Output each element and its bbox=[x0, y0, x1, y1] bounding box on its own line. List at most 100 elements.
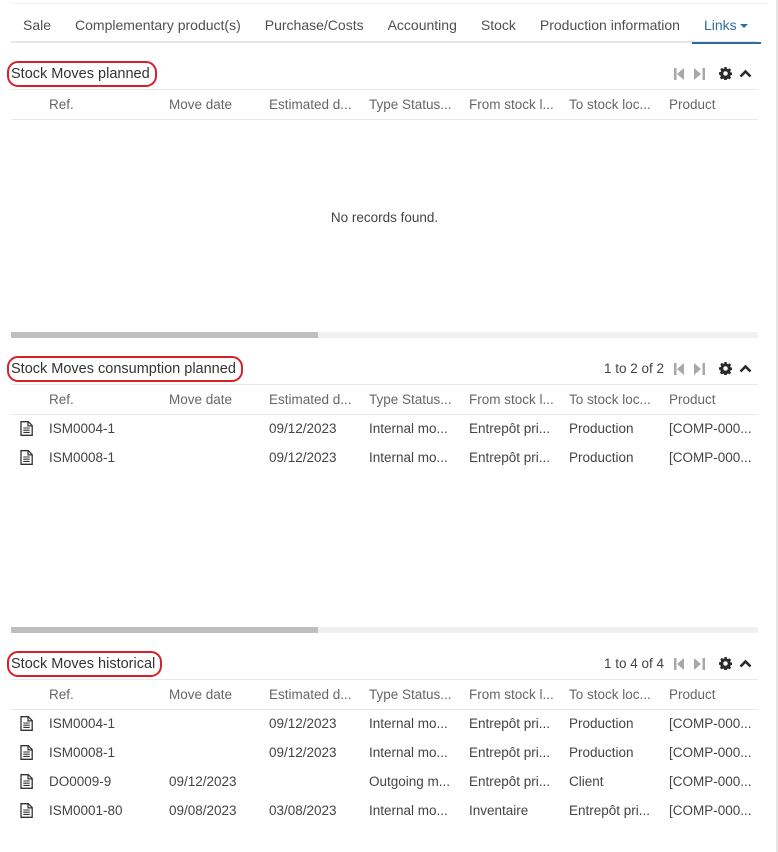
horizontal-scrollbar[interactable] bbox=[11, 332, 758, 338]
cell-from-location: Entrepôt pri... bbox=[469, 745, 551, 760]
gear-icon[interactable] bbox=[718, 67, 732, 81]
panel-header: Stock Moves consumption planned 1 to 2 o… bbox=[7, 353, 758, 385]
cell-icon[interactable] bbox=[11, 767, 49, 796]
document-icon[interactable] bbox=[20, 716, 34, 732]
scrollbar-thumb[interactable] bbox=[11, 332, 318, 338]
tab-sale[interactable]: Sale bbox=[11, 9, 63, 42]
column-header-type-status[interactable]: Type Status... bbox=[369, 385, 469, 415]
panel-header: Stock Moves planned bbox=[7, 58, 758, 90]
tab-links[interactable]: Links bbox=[691, 9, 761, 44]
stock-moves-planned-table: Ref. Move date Estimated d... Type Statu… bbox=[11, 90, 758, 120]
table-row[interactable]: ISM0004-1 09/12/2023 Internal mo... Entrepô… bbox=[11, 709, 758, 738]
tab-label: Complementary product(s) bbox=[75, 17, 241, 33]
cell-from-location: Entrepôt pri... bbox=[469, 421, 551, 437]
gear-icon[interactable] bbox=[718, 362, 732, 376]
column-header-product[interactable]: Product bbox=[669, 680, 758, 710]
tab-stock[interactable]: Stock bbox=[469, 9, 528, 42]
table-row[interactable]: ISM0008-1 09/12/2023 Internal mo... Entrepô… bbox=[11, 738, 758, 767]
cell-icon[interactable] bbox=[11, 414, 49, 443]
first-page-icon[interactable] bbox=[672, 362, 686, 376]
table-row[interactable]: ISM0001-80 09/08/2023 03/08/2023 Internal m… bbox=[11, 796, 758, 825]
panel-toolbar bbox=[672, 67, 758, 81]
column-header-to-location[interactable]: To stock loc... bbox=[569, 385, 669, 415]
tab-purchase-costs[interactable]: Purchase/Costs bbox=[253, 9, 376, 42]
cell-product: [COMP-000... bbox=[669, 745, 752, 760]
column-header-product[interactable]: Product bbox=[669, 385, 758, 415]
cell-estimated-date: 09/12/2023 bbox=[269, 745, 337, 760]
cell-to-location: Entrepôt pri... bbox=[569, 803, 651, 818]
column-header-ref[interactable]: Ref. bbox=[49, 90, 169, 120]
column-header-ref[interactable]: Ref. bbox=[49, 680, 169, 710]
last-page-icon[interactable] bbox=[692, 657, 706, 671]
gear-icon[interactable] bbox=[718, 657, 732, 671]
table-row[interactable]: ISM0008-1 09/12/2023 Internal mo... Entrepô… bbox=[11, 443, 758, 472]
cell-estimated-date: 09/12/2023 bbox=[269, 450, 337, 465]
panel-stock-moves-planned: Stock Moves planned Ref. Move date Estim… bbox=[7, 58, 758, 225]
column-header-move-date[interactable]: Move date bbox=[169, 90, 269, 120]
column-header-from-location[interactable]: From stock l... bbox=[469, 680, 569, 710]
column-header-ref[interactable]: Ref. bbox=[49, 385, 169, 415]
cell-move-date bbox=[169, 414, 269, 443]
column-header-type-status[interactable]: Type Status... bbox=[369, 90, 469, 120]
tab-label: Sale bbox=[23, 17, 52, 33]
first-page-icon[interactable] bbox=[672, 67, 686, 81]
column-header-move-date[interactable]: Move date bbox=[169, 680, 269, 710]
column-header-product[interactable]: Product bbox=[669, 90, 758, 120]
column-header-estimated-date[interactable]: Estimated d... bbox=[269, 385, 369, 415]
chevron-up-icon[interactable] bbox=[738, 362, 752, 376]
first-page-icon[interactable] bbox=[672, 657, 686, 671]
column-header-estimated-date[interactable]: Estimated d... bbox=[269, 90, 369, 120]
column-header-to-location[interactable]: To stock loc... bbox=[569, 680, 669, 710]
document-icon[interactable] bbox=[20, 744, 34, 761]
cell-to-location: Client bbox=[569, 774, 604, 789]
scrollbar-thumb[interactable] bbox=[11, 627, 318, 633]
tab-label: Purchase/Costs bbox=[264, 17, 364, 33]
last-page-icon[interactable] bbox=[692, 362, 706, 376]
cell-icon[interactable] bbox=[11, 443, 49, 472]
cell-type-status: Internal mo... bbox=[369, 716, 448, 732]
cell-product: [COMP-000... bbox=[669, 450, 752, 465]
column-header-from-location[interactable]: From stock l... bbox=[469, 90, 569, 120]
horizontal-scrollbar[interactable] bbox=[11, 627, 758, 633]
column-header-estimated-date[interactable]: Estimated d... bbox=[269, 680, 369, 710]
cell-type-status: Internal mo... bbox=[369, 450, 448, 465]
table-body: ISM0004-1 09/12/2023 Internal mo... Entrepô… bbox=[11, 414, 758, 472]
cell-move-date bbox=[169, 443, 269, 472]
cell-move-date bbox=[169, 738, 269, 767]
document-icon[interactable] bbox=[20, 421, 34, 437]
cell-move-date: 09/08/2023 bbox=[169, 803, 237, 818]
column-header-move-date[interactable]: Move date bbox=[169, 385, 269, 415]
tab-complementary-products[interactable]: Complementary product(s) bbox=[63, 9, 253, 42]
top-divider bbox=[10, 3, 768, 4]
cell-icon[interactable] bbox=[11, 796, 49, 825]
chevron-up-icon[interactable] bbox=[738, 657, 752, 671]
cell-type-status: Internal mo... bbox=[369, 421, 448, 437]
panel-title: Stock Moves planned bbox=[7, 60, 157, 87]
document-icon[interactable] bbox=[20, 802, 34, 819]
pager-info: 1 to 4 of 4 bbox=[603, 656, 664, 671]
cell-from-location: Entrepôt pri... bbox=[469, 450, 551, 465]
tab-production-information[interactable]: Production information bbox=[528, 9, 692, 42]
cell-icon[interactable] bbox=[11, 709, 49, 738]
table-header-row: Ref. Move date Estimated d... Type Statu… bbox=[11, 680, 758, 710]
table-row[interactable]: DO0009-9 09/12/2023 Outgoing m... Entrepôt … bbox=[11, 767, 758, 796]
document-icon[interactable] bbox=[20, 773, 34, 790]
document-icon[interactable] bbox=[20, 449, 34, 466]
column-header-icon bbox=[11, 90, 49, 120]
last-page-icon[interactable] bbox=[692, 67, 706, 81]
cell-from-location: Entrepôt pri... bbox=[469, 774, 551, 789]
tab-accounting[interactable]: Accounting bbox=[376, 9, 469, 42]
panel-title: Stock Moves historical bbox=[7, 650, 163, 677]
cell-icon[interactable] bbox=[11, 738, 49, 767]
table-header-row: Ref. Move date Estimated d... Type Statu… bbox=[11, 385, 758, 415]
table-row[interactable]: ISM0004-1 09/12/2023 Internal mo... Entrepô… bbox=[11, 414, 758, 443]
panel-title: Stock Moves consumption planned bbox=[7, 355, 243, 382]
cell-move-date: 09/12/2023 bbox=[169, 774, 237, 789]
cell-type-status: Internal mo... bbox=[369, 745, 448, 760]
cell-to-location: Production bbox=[569, 716, 634, 732]
panel-toolbar: 1 to 4 of 4 bbox=[604, 656, 758, 671]
column-header-type-status[interactable]: Type Status... bbox=[369, 680, 469, 710]
column-header-from-location[interactable]: From stock l... bbox=[469, 385, 569, 415]
chevron-up-icon[interactable] bbox=[738, 67, 752, 81]
column-header-to-location[interactable]: To stock loc... bbox=[569, 90, 669, 120]
